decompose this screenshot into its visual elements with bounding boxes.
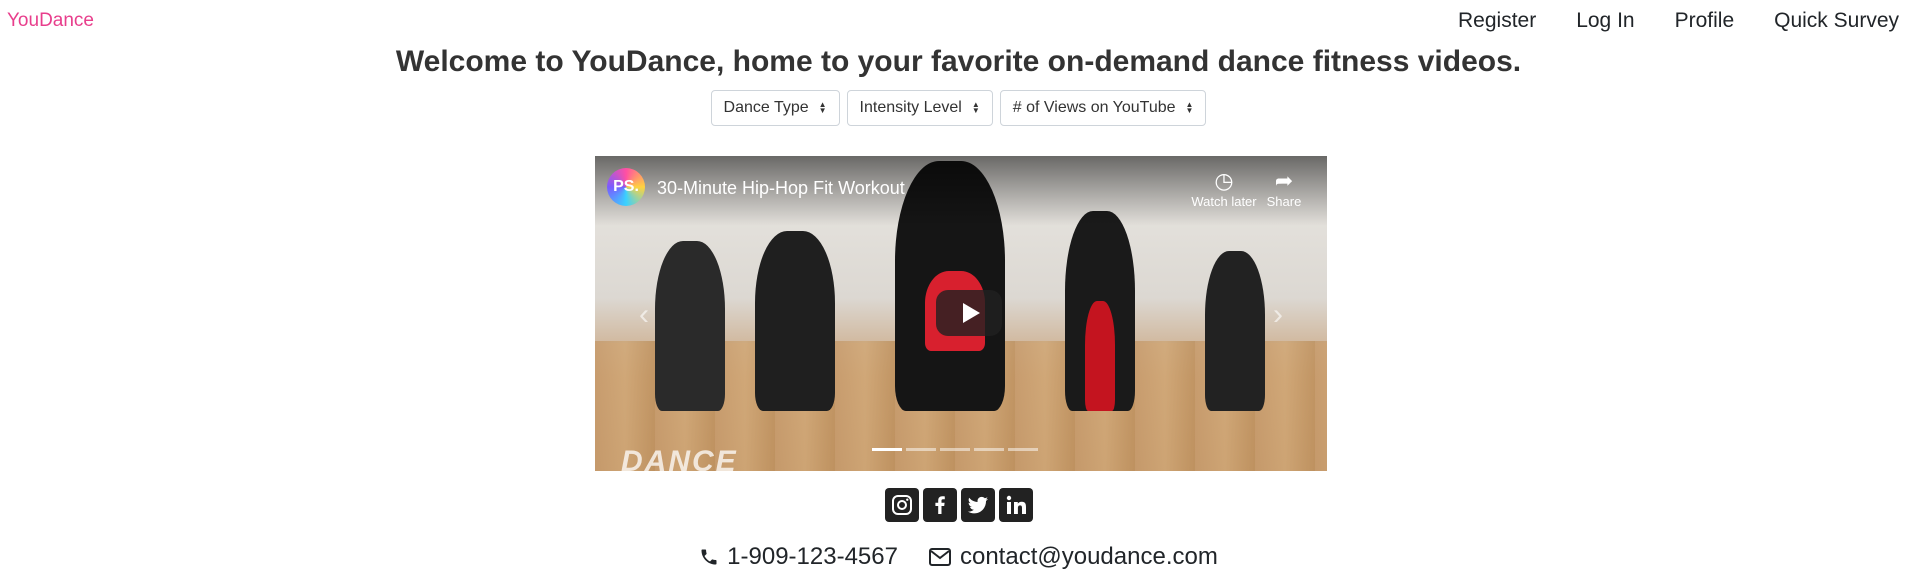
video-dancer bbox=[1205, 251, 1265, 411]
sort-caret-icon: ▲ ▼ bbox=[971, 100, 980, 115]
linkedin-icon[interactable] bbox=[998, 488, 1033, 522]
share-icon: ➦ bbox=[1274, 168, 1294, 193]
video-watermark: DANCE bbox=[621, 445, 738, 471]
sort-caret-icon: ▲ ▼ bbox=[818, 100, 827, 115]
instagram-icon[interactable] bbox=[884, 488, 919, 522]
envelope-icon bbox=[928, 548, 951, 566]
carousel-next-icon[interactable]: › bbox=[1273, 298, 1283, 332]
sort-caret-icon: ▲ ▼ bbox=[1185, 100, 1194, 115]
nav-login-link[interactable]: Log In bbox=[1576, 9, 1634, 33]
watch-later-label: Watch later bbox=[1191, 194, 1257, 209]
facebook-icon[interactable] bbox=[922, 488, 957, 522]
carousel-indicator[interactable] bbox=[940, 448, 970, 451]
carousel-indicators bbox=[872, 448, 1038, 451]
nav-register-link[interactable]: Register bbox=[1458, 9, 1536, 33]
carousel-prev-icon[interactable]: ‹ bbox=[639, 298, 649, 332]
carousel-indicator[interactable] bbox=[1008, 448, 1038, 451]
video-title[interactable]: 30-Minute Hip-Hop Fit Workout bbox=[657, 178, 905, 199]
carousel-indicator[interactable] bbox=[974, 448, 1004, 451]
nav-links: Register Log In Profile Quick Survey bbox=[1418, 9, 1899, 33]
navbar: YouDance Register Log In Profile Quick S… bbox=[0, 0, 1917, 44]
video-dancer bbox=[1085, 301, 1115, 411]
nav-quick-survey-link[interactable]: Quick Survey bbox=[1774, 9, 1899, 33]
views-select[interactable]: # of Views on YouTube ▲ ▼ bbox=[999, 90, 1207, 126]
page-headline: Welcome to YouDance, home to your favori… bbox=[395, 45, 1522, 78]
play-icon bbox=[962, 303, 980, 323]
contact-phone: 1-909-123-4567 bbox=[699, 543, 898, 571]
phone-number[interactable]: 1-909-123-4567 bbox=[727, 543, 898, 571]
contact-email: contact@youdance.com bbox=[928, 543, 1218, 571]
email-address[interactable]: contact@youdance.com bbox=[960, 543, 1218, 571]
intensity-level-select[interactable]: Intensity Level ▲ ▼ bbox=[846, 90, 993, 126]
filter-bar: Dance Type ▲ ▼ Intensity Level ▲ ▼ # of Vi… bbox=[0, 90, 1917, 126]
social-links bbox=[0, 488, 1917, 522]
channel-avatar[interactable]: PS. bbox=[607, 168, 645, 206]
phone-icon bbox=[701, 549, 717, 565]
views-select-label: # of Views on YouTube bbox=[1012, 99, 1176, 116]
contact-info: 1-909-123-4567 contact@youdance.com bbox=[0, 543, 1917, 571]
brand-link[interactable]: YouDance bbox=[7, 10, 94, 32]
dance-type-select[interactable]: Dance Type ▲ ▼ bbox=[710, 90, 840, 126]
video-player[interactable]: PS. 30-Minute Hip-Hop Fit Workout ◷ Watc… bbox=[595, 156, 1327, 471]
carousel-indicator[interactable] bbox=[906, 448, 936, 451]
video-dancer bbox=[755, 231, 835, 411]
video-dancer bbox=[655, 241, 725, 411]
dance-type-select-label: Dance Type bbox=[723, 99, 809, 116]
intensity-level-select-label: Intensity Level bbox=[859, 99, 962, 116]
carousel-indicator[interactable] bbox=[872, 448, 902, 451]
share-label: Share bbox=[1266, 194, 1302, 209]
play-button[interactable] bbox=[936, 290, 1002, 336]
nav-profile-link[interactable]: Profile bbox=[1675, 9, 1735, 33]
share-button[interactable]: ➦ Share bbox=[1249, 168, 1319, 209]
twitter-icon[interactable] bbox=[960, 488, 995, 522]
